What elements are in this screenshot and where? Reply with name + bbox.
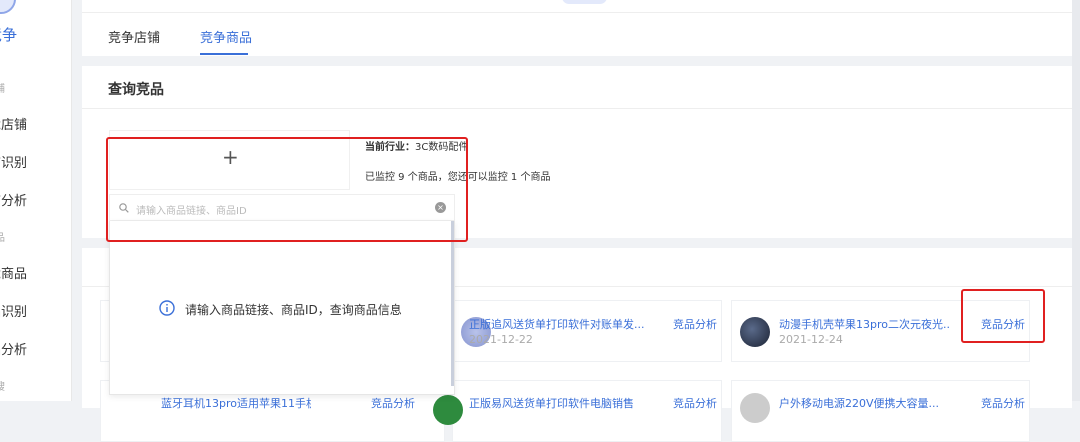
product-title-link[interactable]: 正版易风送货单打印软件电脑销售 bbox=[469, 395, 649, 411]
sidebar-group-label: 铺 bbox=[0, 80, 5, 95]
analyze-product-link[interactable]: 竞品分析 bbox=[371, 395, 415, 411]
product-title-link[interactable]: 动漫手机壳苹果13pro二次元夜光... bbox=[779, 316, 949, 332]
tabs-card: 竞争店铺 竞争商品 bbox=[82, 0, 1072, 56]
sidebar-item[interactable]: 店识别 bbox=[0, 152, 27, 171]
product-thumbnail bbox=[433, 395, 463, 425]
info-icon bbox=[159, 300, 175, 316]
sidebar-item[interactable]: 竞商品 bbox=[0, 263, 27, 282]
product-thumbnail bbox=[740, 317, 770, 347]
tab-competitor-stores[interactable]: 竞争店铺 bbox=[108, 27, 160, 46]
sidebar-item[interactable]: 店分析 bbox=[0, 190, 27, 209]
logo-icon bbox=[0, 0, 16, 14]
page-scrollbar[interactable] bbox=[1072, 0, 1080, 401]
product-date: 2021-12-22 bbox=[469, 333, 533, 346]
analyze-product-link[interactable]: 竞品分析 bbox=[673, 395, 717, 411]
sidebar-item[interactable]: 品分析 bbox=[0, 339, 27, 358]
sidebar-item[interactable]: 竞店铺 bbox=[0, 114, 27, 133]
analyze-product-link[interactable]: 竞品分析 bbox=[673, 316, 717, 332]
section-title: 查询竞品 bbox=[108, 82, 164, 98]
analyze-product-link[interactable]: 竞品分析 bbox=[981, 395, 1025, 411]
product-card: 正版追风送货单打印软件对账单发... 2021-12-22 竞品分析 bbox=[452, 300, 722, 362]
product-thumbnail bbox=[740, 393, 770, 423]
product-title-link[interactable]: 户外移动电源220V便携大容量... bbox=[779, 395, 949, 411]
highlight-box bbox=[106, 137, 468, 242]
tab-competitor-products[interactable]: 竞争商品 bbox=[200, 27, 252, 46]
dropdown-message: 请输入商品链接、商品ID，查询商品信息 bbox=[185, 303, 402, 317]
scrollbar[interactable] bbox=[451, 221, 454, 386]
product-title-link[interactable]: 正版追风送货单打印软件对账单发... bbox=[469, 316, 649, 332]
sidebar-title: 竞争 bbox=[0, 26, 17, 44]
sidebar-item[interactable]: 品识别 bbox=[0, 301, 27, 320]
product-date: 2021-12-24 bbox=[779, 333, 843, 346]
active-tab-indicator bbox=[200, 53, 248, 55]
sidebar-group-label: 品 bbox=[0, 229, 5, 244]
product-card: 正版易风送货单打印软件电脑销售 竞品分析 bbox=[433, 380, 722, 442]
highlight-box bbox=[961, 289, 1045, 343]
sidebar-group-label: 搜 bbox=[0, 378, 5, 393]
product-title-link[interactable]: 蓝牙耳机13pro适用苹果11手机壳 bbox=[161, 395, 311, 411]
search-dropdown: 请输入商品链接、商品ID，查询商品信息 bbox=[109, 221, 455, 395]
product-card: 户外移动电源220V便携大容量... 竞品分析 bbox=[731, 380, 1030, 442]
sidebar: 竞争 铺 竞店铺 店识别 店分析 品 竞商品 品识别 品分析 搜 bbox=[0, 0, 72, 401]
